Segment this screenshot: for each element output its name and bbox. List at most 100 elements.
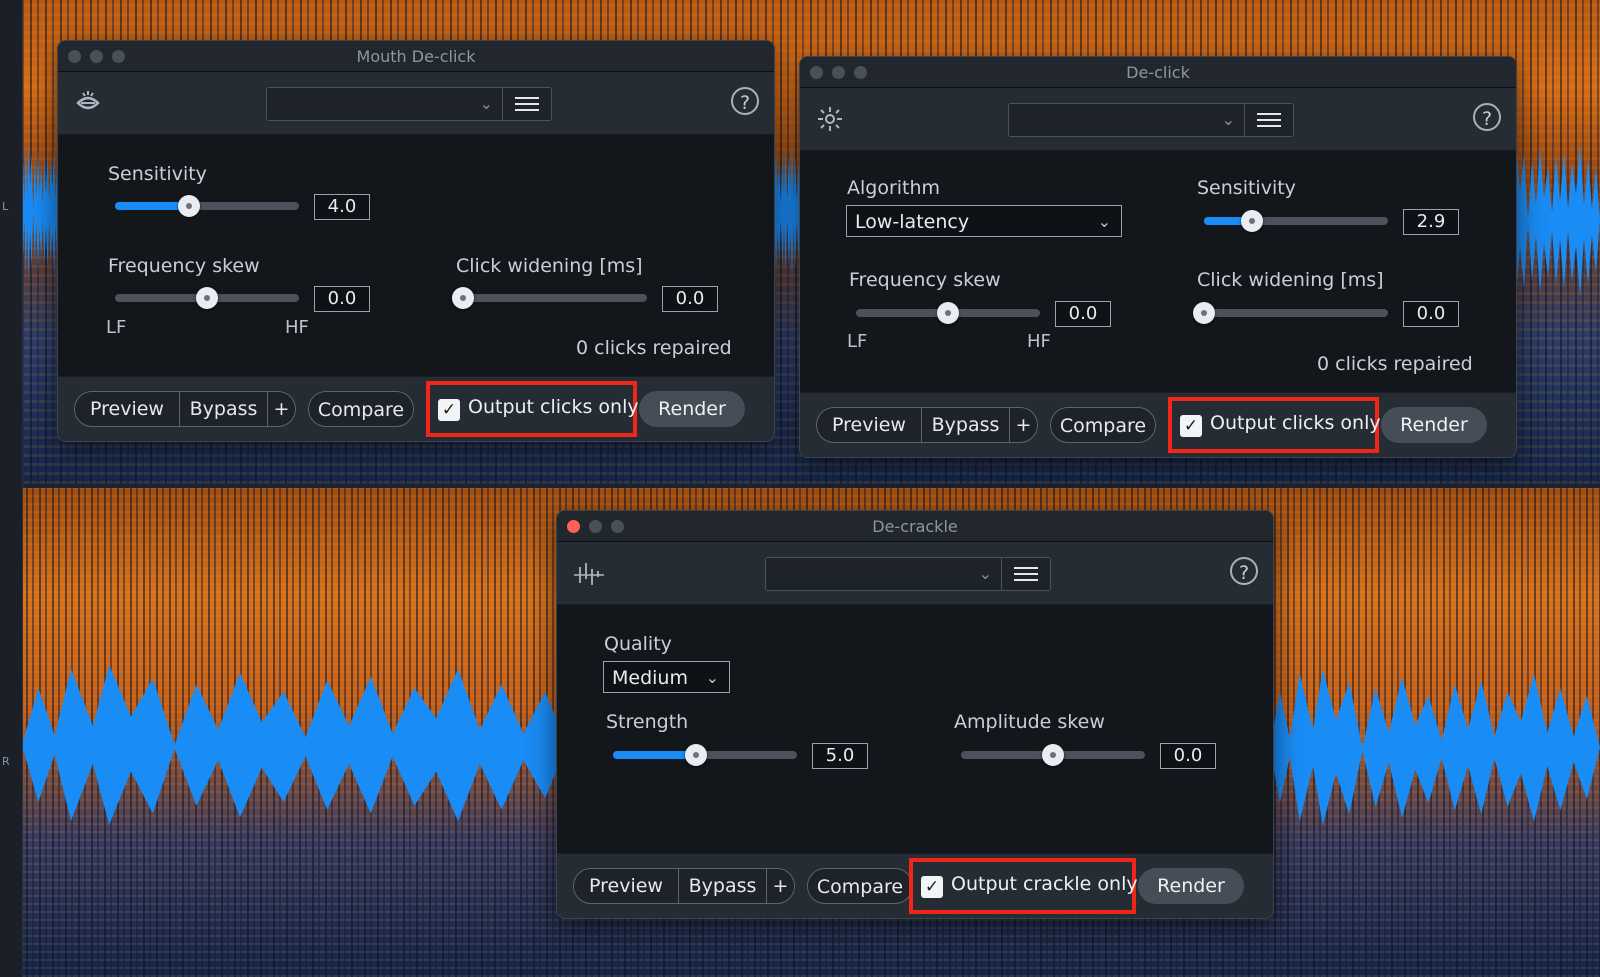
preview-button[interactable]: Preview bbox=[574, 869, 678, 903]
plugin-footer: Preview Bypass + Compare ✓ Output crackl… bbox=[557, 853, 1273, 918]
clicks-repaired-status: 0 clicks repaired bbox=[1317, 353, 1473, 375]
bypass-add-button[interactable]: + bbox=[268, 392, 295, 426]
slider-handle[interactable] bbox=[196, 287, 218, 309]
preview-button[interactable]: Preview bbox=[75, 392, 179, 426]
algorithm-label: Algorithm bbox=[847, 177, 941, 199]
lf-label: LF bbox=[106, 317, 127, 338]
output-clicks-only-highlight: ✓ Output clicks only bbox=[1168, 397, 1381, 453]
bypass-button[interactable]: Bypass bbox=[922, 408, 1009, 442]
compare-button[interactable]: Compare bbox=[1050, 407, 1156, 443]
title-bar[interactable]: Mouth De-click bbox=[58, 41, 774, 72]
sensitivity-value[interactable]: 4.0 bbox=[314, 194, 370, 220]
compare-button[interactable]: Compare bbox=[807, 868, 913, 904]
title-bar[interactable]: De-crackle bbox=[557, 511, 1273, 542]
channel-divider bbox=[0, 484, 1600, 488]
preset-menu-button[interactable] bbox=[502, 87, 552, 121]
plugin-header: ⌄ ? bbox=[58, 72, 774, 135]
sensitivity-label: Sensitivity bbox=[1197, 177, 1296, 199]
amplitude-skew-slider[interactable] bbox=[961, 744, 1145, 766]
preview-bypass-group: Preview Bypass + bbox=[816, 407, 1038, 443]
sensitivity-slider[interactable] bbox=[115, 195, 299, 217]
output-crackle-only-highlight: ✓ Output crackle only bbox=[909, 858, 1138, 914]
channel-ruler: L R bbox=[0, 0, 23, 977]
help-icon[interactable]: ? bbox=[731, 87, 759, 115]
window-title: De-click bbox=[1126, 63, 1190, 82]
chevron-down-icon: ⌄ bbox=[705, 668, 719, 687]
decrackle-window[interactable]: De-crackle ⌄ ? Quality Medium ⌄ Strength… bbox=[556, 510, 1274, 919]
hamburger-icon bbox=[515, 97, 539, 99]
plugin-header: ⌄ ? bbox=[800, 88, 1516, 151]
click-widening-value[interactable]: 0.0 bbox=[662, 286, 718, 312]
click-widening-value[interactable]: 0.0 bbox=[1403, 301, 1459, 327]
output-clicks-only-label[interactable]: Output clicks only bbox=[468, 396, 639, 418]
title-bar[interactable]: De-click bbox=[800, 57, 1516, 88]
quality-value: Medium bbox=[612, 667, 688, 689]
bypass-add-button[interactable]: + bbox=[767, 869, 794, 903]
strength-slider[interactable] bbox=[613, 744, 797, 766]
preview-bypass-group: Preview Bypass + bbox=[74, 391, 296, 427]
preset-dropdown[interactable]: ⌄ bbox=[266, 87, 504, 121]
help-icon[interactable]: ? bbox=[1230, 557, 1258, 585]
slider-handle[interactable] bbox=[1193, 302, 1215, 324]
slider-handle[interactable] bbox=[937, 302, 959, 324]
help-icon[interactable]: ? bbox=[1473, 103, 1501, 131]
output-clicks-only-label[interactable]: Output clicks only bbox=[1210, 412, 1381, 434]
strength-value[interactable]: 5.0 bbox=[812, 743, 868, 769]
sensitivity-value[interactable]: 2.9 bbox=[1403, 209, 1459, 235]
preview-button[interactable]: Preview bbox=[817, 408, 921, 442]
bypass-add-button[interactable]: + bbox=[1010, 408, 1037, 442]
chevron-down-icon: ⌄ bbox=[978, 564, 992, 583]
amplitude-skew-value[interactable]: 0.0 bbox=[1160, 743, 1216, 769]
output-clicks-only-checkbox[interactable]: ✓ bbox=[1180, 415, 1202, 437]
quality-dropdown[interactable]: Medium ⌄ bbox=[603, 661, 730, 693]
compare-button[interactable]: Compare bbox=[308, 391, 414, 427]
frequency-skew-slider[interactable] bbox=[115, 287, 299, 309]
plugin-footer: Preview Bypass + Compare ✓ Output clicks… bbox=[800, 392, 1516, 457]
bypass-button[interactable]: Bypass bbox=[180, 392, 267, 426]
clicks-repaired-status: 0 clicks repaired bbox=[576, 337, 732, 359]
hf-label: HF bbox=[1027, 331, 1051, 352]
mouth-declick-window[interactable]: Mouth De-click ⌄ ? Sensitivity 4.0 Frequ… bbox=[57, 40, 775, 442]
output-crackle-only-checkbox[interactable]: ✓ bbox=[921, 876, 943, 898]
output-clicks-only-checkbox[interactable]: ✓ bbox=[438, 399, 460, 421]
frequency-skew-value[interactable]: 0.0 bbox=[314, 286, 370, 312]
render-button[interactable]: Render bbox=[1381, 407, 1487, 443]
chevron-down-icon: ⌄ bbox=[1221, 110, 1235, 129]
preset-dropdown[interactable]: ⌄ bbox=[1008, 103, 1246, 137]
window-title: De-crackle bbox=[872, 517, 958, 536]
slider-handle[interactable] bbox=[684, 744, 707, 766]
chevron-down-icon: ⌄ bbox=[1097, 212, 1111, 231]
frequency-skew-value[interactable]: 0.0 bbox=[1055, 301, 1111, 327]
render-button[interactable]: Render bbox=[1138, 868, 1244, 904]
output-crackle-only-label[interactable]: Output crackle only bbox=[951, 873, 1138, 895]
frequency-skew-label: Frequency skew bbox=[108, 255, 260, 277]
render-button[interactable]: Render bbox=[639, 391, 745, 427]
preset-menu-button[interactable] bbox=[1244, 103, 1294, 137]
slider-handle[interactable] bbox=[1240, 210, 1263, 232]
hamburger-icon bbox=[1014, 567, 1038, 569]
preset-dropdown[interactable]: ⌄ bbox=[765, 557, 1003, 591]
bypass-button[interactable]: Bypass bbox=[679, 869, 766, 903]
click-widening-slider[interactable] bbox=[452, 287, 647, 309]
mouth-icon bbox=[76, 91, 100, 110]
quality-label: Quality bbox=[604, 633, 672, 655]
algorithm-dropdown[interactable]: Low-latency ⌄ bbox=[846, 205, 1122, 237]
sensitivity-slider[interactable] bbox=[1204, 210, 1388, 232]
preview-bypass-group: Preview Bypass + bbox=[573, 868, 795, 904]
hf-label: HF bbox=[285, 317, 309, 338]
slider-handle[interactable] bbox=[452, 287, 474, 309]
slider-handle[interactable] bbox=[177, 195, 200, 217]
slider-handle[interactable] bbox=[1042, 744, 1064, 766]
output-clicks-only-highlight: ✓ Output clicks only bbox=[426, 381, 639, 437]
click-widening-slider[interactable] bbox=[1193, 302, 1388, 324]
channel-left-label: L bbox=[2, 200, 9, 213]
controls-panel: Sensitivity 4.0 Frequency skew 0.0 LF HF… bbox=[58, 135, 774, 377]
sparkle-icon bbox=[818, 107, 842, 131]
declick-window[interactable]: De-click ⌄ ? Algorithm Low-latency ⌄ Sen… bbox=[799, 56, 1517, 458]
click-widening-label: Click widening [ms] bbox=[1197, 269, 1384, 291]
frequency-skew-slider[interactable] bbox=[856, 302, 1040, 324]
window-title: Mouth De-click bbox=[356, 47, 476, 66]
preset-menu-button[interactable] bbox=[1001, 557, 1051, 591]
sensitivity-label: Sensitivity bbox=[108, 163, 207, 185]
crackle-icon bbox=[574, 563, 604, 585]
